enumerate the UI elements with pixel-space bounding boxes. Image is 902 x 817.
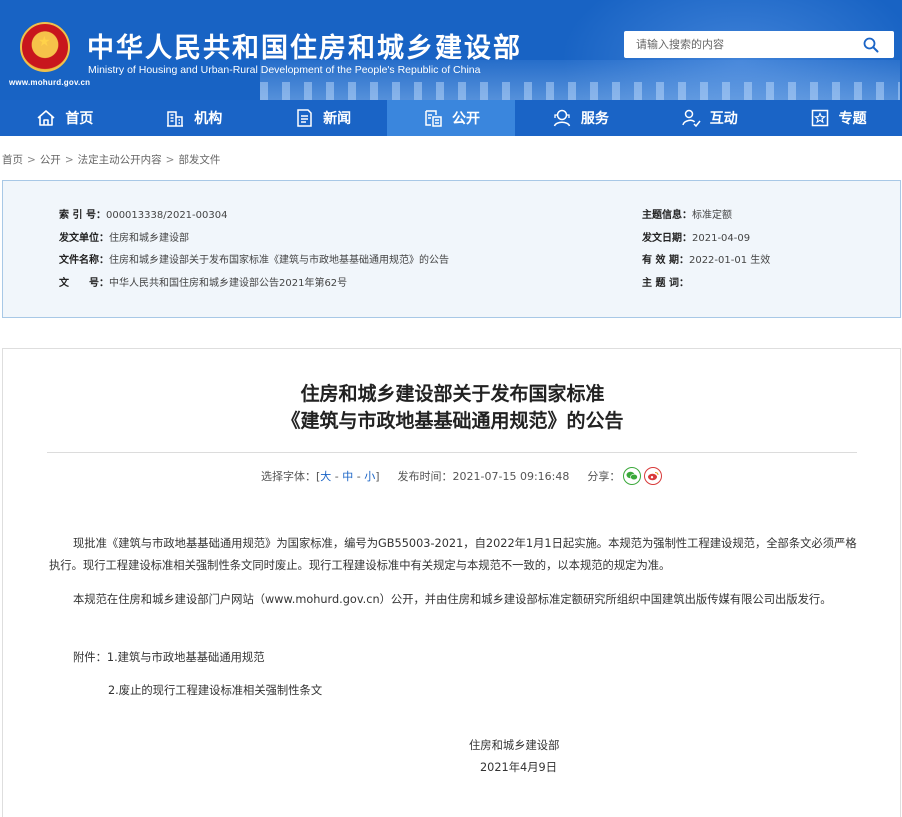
document-info-panel: 索 引 号：000013338/2021-00304 发文单位：住房和城乡建设部… xyxy=(2,180,901,318)
font-bracket-close: ] xyxy=(375,469,380,483)
weibo-share-icon[interactable] xyxy=(644,467,663,485)
breadcrumb: 首页 > 公开 > 法定主动公开内容 > 部发文件 xyxy=(2,152,220,167)
nav-item-label: 公开 xyxy=(452,111,480,127)
info-label: 主题信息： xyxy=(642,210,692,221)
nav-item-institution[interactable]: 机构 xyxy=(129,100,258,136)
nav-item-interaction[interactable]: 互动 xyxy=(644,100,773,136)
nav-item-label: 首页 xyxy=(65,111,94,127)
nav-item-service[interactable]: 服务 xyxy=(515,100,644,136)
info-doc-no: 文 号：中华人民共和国住房和城乡建设部公告2021年第62号 xyxy=(59,274,347,289)
nav-item-disclosure[interactable]: 公开 xyxy=(386,100,516,136)
info-label: 有 效 期： xyxy=(642,255,689,266)
nav-item-label: 专题 xyxy=(838,111,867,127)
font-separator: - xyxy=(331,469,343,483)
attachment-1: 附件：1.建筑与市政地基基础通用规范 xyxy=(73,651,265,664)
nav-item-label: 新闻 xyxy=(323,111,352,127)
info-validity: 有 效 期：2022-01-01 生效 xyxy=(642,251,770,266)
font-size-label: 选择字体： xyxy=(261,470,316,483)
info-label: 主 题 词： xyxy=(642,278,689,289)
breadcrumb-separator: > xyxy=(165,154,175,166)
info-label: 发文单位： xyxy=(59,233,109,244)
main-nav: 首页 机构 新闻 公开 服务 互动 专题 xyxy=(0,100,902,136)
info-keywords: 主 题 词： xyxy=(642,274,689,289)
font-size-small[interactable]: 小 xyxy=(364,468,375,484)
info-issuer: 发文单位：住房和城乡建设部 xyxy=(59,229,189,244)
font-separator: - xyxy=(353,469,365,483)
attachment-2: 2.废止的现行工程建设标准相关强制性条文 xyxy=(108,684,323,697)
breadcrumb-home[interactable]: 首页 xyxy=(2,154,23,166)
info-subject: 主题信息：标准定额 xyxy=(642,206,732,221)
nav-item-label: 机构 xyxy=(194,111,223,127)
info-value: 2021-04-09 xyxy=(692,233,751,244)
ministry-title-cn[interactable]: 中华人民共和国住房和城乡建设部 xyxy=(87,26,522,65)
nav-item-label: 服务 xyxy=(580,111,609,127)
nav-item-news[interactable]: 新闻 xyxy=(258,100,387,136)
service-icon xyxy=(553,109,571,127)
signature: 住房和城乡建设部 xyxy=(469,739,560,752)
font-size-large[interactable]: 大 xyxy=(320,468,331,484)
news-icon xyxy=(297,109,312,127)
info-label: 索 引 号： xyxy=(59,210,106,221)
ministry-title-en: Ministry of Housing and Urban-Rural Deve… xyxy=(88,64,481,76)
info-label: 文 号： xyxy=(59,278,109,289)
article-meta: 选择字体： [ 大 - 中 - 小 ] 发布时间： 2021-07-15 09:… xyxy=(261,467,663,485)
info-doc-name: 文件名称：住房和城乡建设部关于发布国家标准《建筑与市政地基基础通用规范》的公告 xyxy=(59,251,449,266)
info-label: 发文日期： xyxy=(642,233,692,244)
info-value: 000013338/2021-00304 xyxy=(105,210,228,221)
info-value: 住房和城乡建设部 xyxy=(109,233,189,244)
font-size-medium[interactable]: 中 xyxy=(342,468,353,484)
article-title-line2: 《建筑与市政地基基础通用规范》的公告 xyxy=(281,410,624,432)
info-value: 标准定额 xyxy=(692,210,732,221)
breadcrumb-separator: > xyxy=(27,154,36,166)
home-icon xyxy=(37,110,55,126)
wechat-share-icon[interactable] xyxy=(623,467,642,485)
site-url: www.mohurd.gov.cn xyxy=(9,78,91,87)
search-input[interactable] xyxy=(624,31,850,58)
breadcrumb-ministry-docs[interactable]: 部发文件 xyxy=(178,154,220,166)
star-icon: ★ xyxy=(38,33,51,49)
info-date: 发文日期：2021-04-09 xyxy=(642,229,750,244)
info-label: 文件名称： xyxy=(59,255,109,266)
article-paragraph-2: 本规范在住房和城乡建设部门户网站（www.mohurd.gov.cn）公开，并由… xyxy=(73,593,832,606)
breadcrumb-disclosure[interactable]: 公开 xyxy=(40,154,61,166)
nav-item-topic[interactable]: 专题 xyxy=(773,100,902,136)
info-index-no: 索 引 号：000013338/2021-00304 xyxy=(59,206,227,221)
sign-date: 2021年4月9日 xyxy=(480,761,558,774)
info-value: 住房和城乡建设部关于发布国家标准《建筑与市政地基基础通用规范》的公告 xyxy=(109,255,449,266)
search-icon xyxy=(863,37,879,52)
article-paragraph-1: 现批准《建筑与市政地基基础通用规范》为国家标准，编号为GB55003-2021，… xyxy=(49,537,857,572)
breadcrumb-separator: > xyxy=(64,154,74,166)
nav-item-home[interactable]: 首页 xyxy=(0,100,129,136)
info-value: 中华人民共和国住房和城乡建设部公告2021年第62号 xyxy=(109,278,348,289)
article-title-line1: 住房和城乡建设部关于发布国家标准 xyxy=(300,383,605,405)
interaction-icon xyxy=(681,109,701,128)
nav-item-label: 互动 xyxy=(709,111,738,127)
share-label: 分享： xyxy=(587,470,621,483)
site-header: ★ www.mohurd.gov.cn 中华人民共和国住房和城乡建设部 Mini… xyxy=(0,0,902,100)
article-panel: 住房和城乡建设部关于发布国家标准 《建筑与市政地基基础通用规范》的公告 选择字体… xyxy=(2,348,901,817)
national-emblem-logo[interactable]: ★ xyxy=(20,22,70,72)
search-button[interactable] xyxy=(848,31,894,58)
title-divider xyxy=(47,452,857,453)
disclosure-icon xyxy=(425,110,442,127)
building-icon xyxy=(167,111,184,127)
publish-time-label: 发布时间： xyxy=(397,470,453,483)
info-value: 2022-01-01 生效 xyxy=(688,255,771,266)
topic-icon xyxy=(811,109,828,127)
breadcrumb-statutory[interactable]: 法定主动公开内容 xyxy=(78,154,162,166)
publish-time: 2021-07-15 09:16:48 xyxy=(452,469,570,483)
